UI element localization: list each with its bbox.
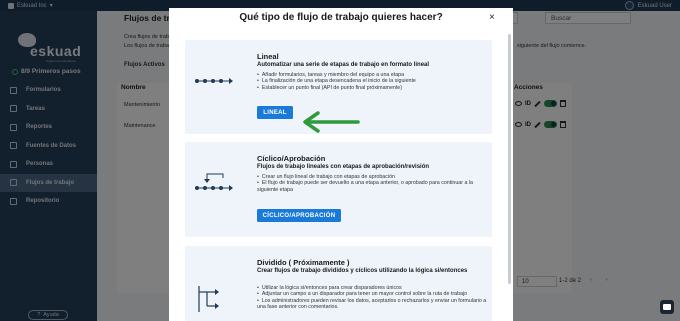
linear-flow-icon [195, 78, 233, 84]
card-title: Lineal [257, 52, 279, 61]
card-subtitle: Automatizar una serie de etapas de traba… [257, 62, 430, 68]
list-item: El flujo de trabajo puede ser devuelto a… [257, 180, 487, 193]
list-item: Los administradores pueden revisar los d… [257, 298, 487, 311]
workflow-card-ciclico: Cíclico/Aprobación Flujos de trabajo lin… [185, 142, 492, 237]
cyclic-flow-icon [195, 173, 233, 191]
close-icon[interactable]: × [489, 12, 495, 23]
ciclico-aprobacion-button[interactable]: CÍCLICO/APROBACIÓN [257, 209, 341, 222]
card-bullets: Utilizar la lógica si/entonces para crea… [257, 285, 487, 311]
list-item: Adjuntar un campo a un disparador para t… [257, 291, 487, 297]
split-flow-icon [198, 286, 219, 312]
card-title: Cíclico/Aprobación [257, 154, 326, 163]
list-item: Establecer un punto final (API de punto … [257, 85, 487, 91]
card-subtitle: Crear flujos de trabajo divididos y cícl… [257, 268, 468, 274]
green-arrow-icon [303, 111, 360, 133]
modal-title: Qué tipo de flujo de trabajo quieres hac… [239, 12, 443, 23]
workflow-type-modal: Qué tipo de flujo de trabajo quieres hac… [169, 8, 513, 321]
card-title: Dividido ( Próximamente ) [257, 258, 350, 267]
card-bullets: Añadir formularios, tareas y miembro del… [257, 72, 487, 91]
workflow-card-dividido: Dividido ( Próximamente ) Crear flujos d… [185, 246, 492, 321]
modal-scrollbar[interactable] [508, 34, 511, 284]
card-bullets: Crear un flujo lineal de trabajo con eta… [257, 174, 487, 193]
chat-widget-icon[interactable] [660, 300, 674, 314]
lineal-button[interactable]: LINEAL [257, 106, 293, 119]
card-subtitle: Flujos de trabajo lineales con etapas de… [257, 164, 430, 170]
